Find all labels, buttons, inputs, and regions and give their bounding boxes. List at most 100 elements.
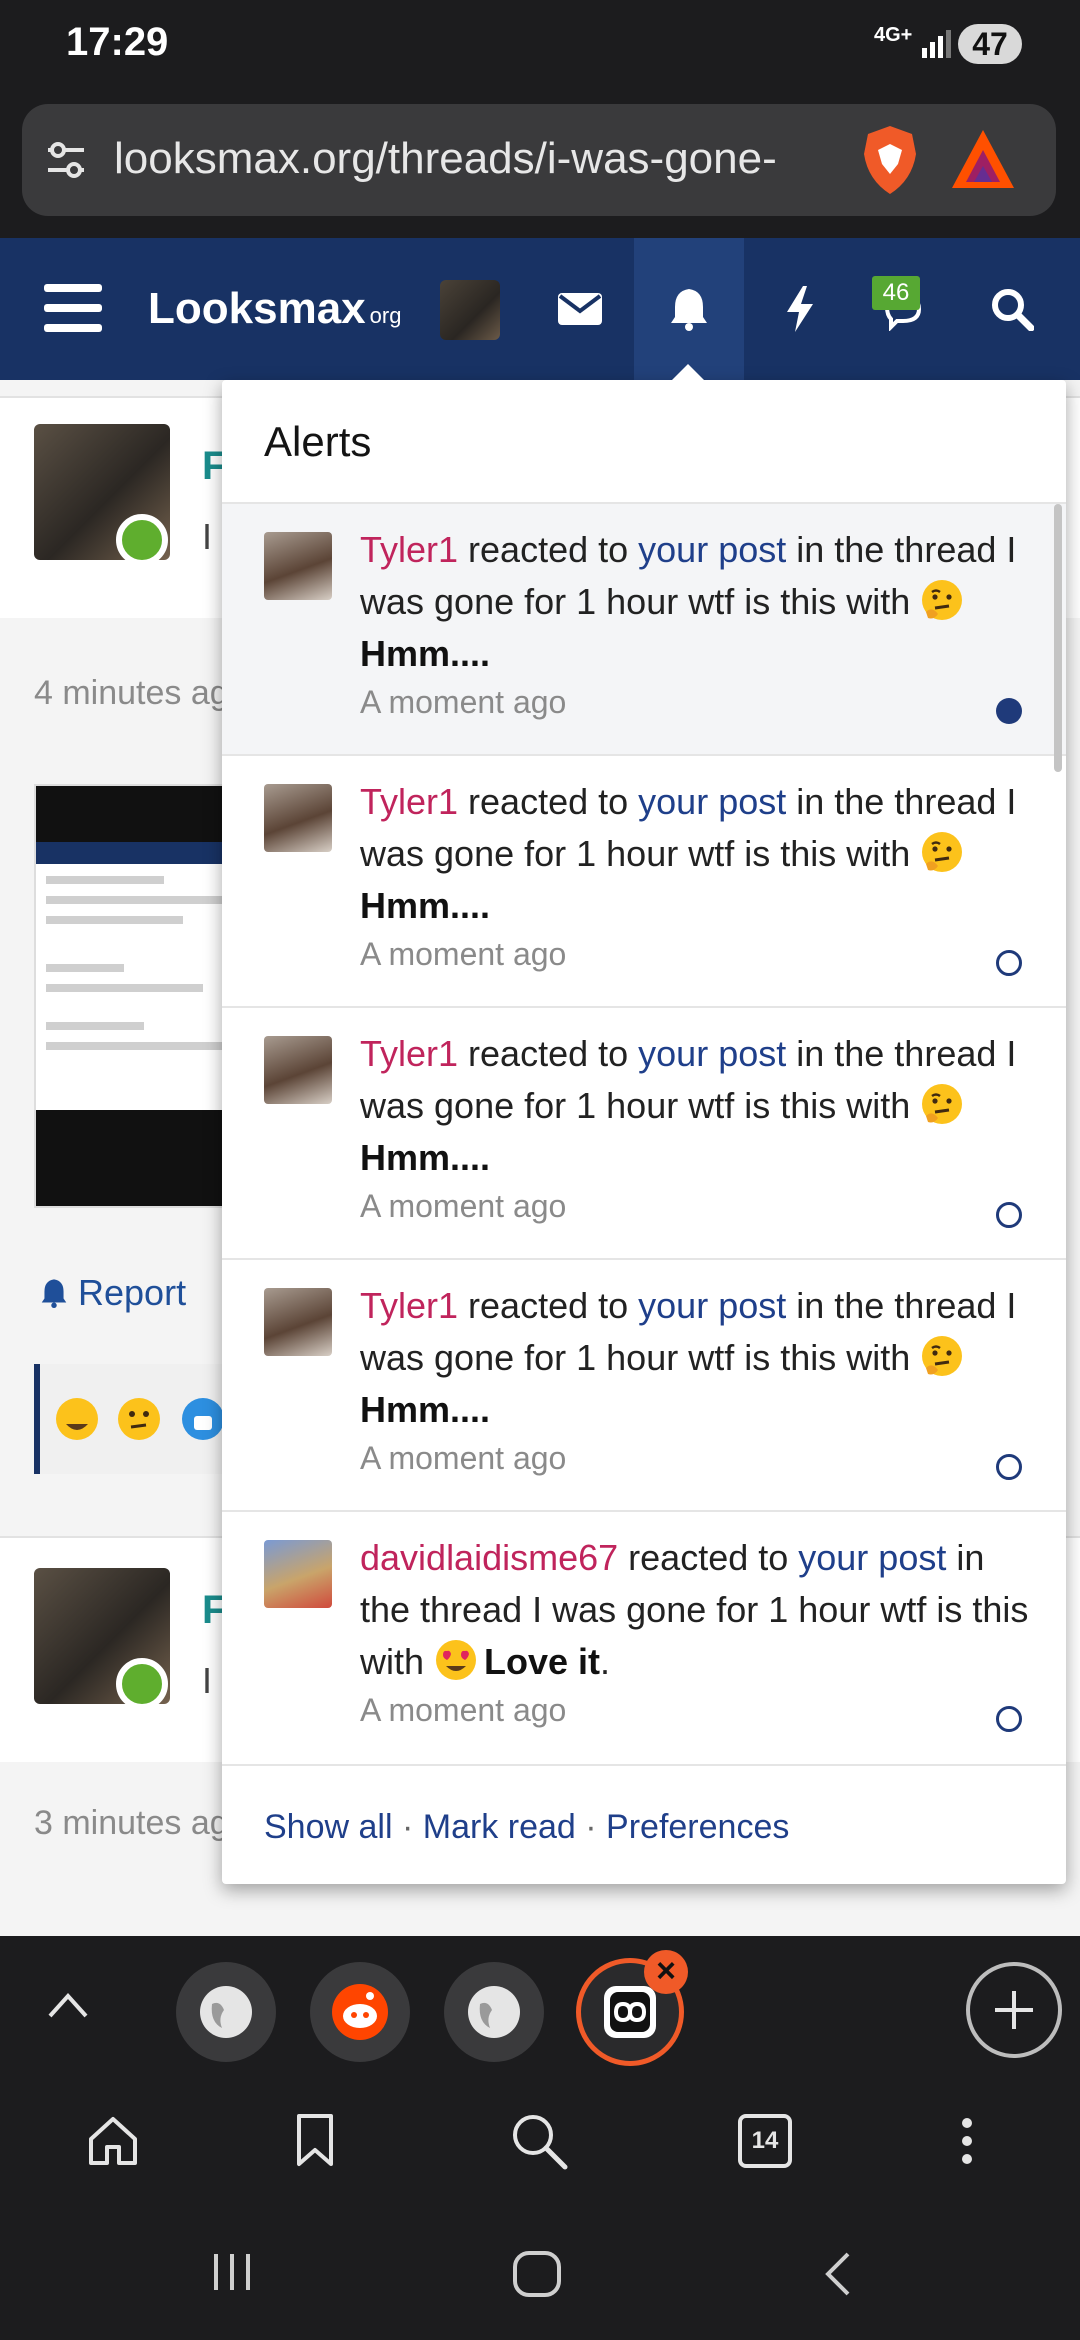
alert-text-suffix: . [600, 1641, 611, 1682]
mark-read-toggle[interactable] [996, 950, 1022, 976]
tabs-button[interactable]: 14 [730, 2106, 800, 2176]
new-tab-button[interactable] [966, 1962, 1062, 2058]
status-bar: 17:29 4G+ 47 [0, 0, 1080, 90]
logo-text: Looksmax [148, 284, 366, 333]
home-nav-icon[interactable] [512, 2250, 562, 2298]
network-type: 4G+ [874, 24, 913, 46]
more-vertical-icon [962, 2118, 972, 2164]
alert-text-part: reacted to [458, 529, 639, 570]
lightning-icon [787, 286, 813, 332]
alert-time: A moment ago [360, 1692, 567, 1728]
alert-post-link[interactable]: your post [638, 1285, 786, 1326]
tab-thumbnail[interactable] [444, 1962, 544, 2062]
home-button[interactable] [78, 2106, 148, 2176]
site-settings-icon[interactable] [44, 138, 88, 182]
crying-laughing-emoji-icon [56, 1398, 98, 1440]
alert-post-link[interactable]: your post [638, 1033, 786, 1074]
chevron-up-icon[interactable] [46, 1990, 90, 2020]
thinking-face-icon [922, 1084, 963, 1124]
reactions-summary[interactable] [34, 1364, 254, 1474]
clock: 17:29 [66, 20, 169, 64]
recent-apps-icon[interactable] [210, 2250, 254, 2294]
tab-thumbnail[interactable] [310, 1962, 410, 2062]
alert-username[interactable]: Tyler1 [360, 781, 458, 822]
alerts-scrollbar[interactable] [1054, 504, 1062, 772]
report-label: Report [78, 1272, 187, 1313]
user-avatar[interactable] [440, 280, 500, 340]
tab-count: 14 [738, 2114, 792, 2168]
bookmarks-button[interactable] [280, 2106, 350, 2176]
alert-reaction-name: Hmm.... [360, 1137, 491, 1178]
alert-item[interactable]: Tyler1 reacted to your post in the threa… [222, 756, 1066, 1008]
alert-time: A moment ago [360, 1188, 567, 1224]
alert-user-avatar[interactable] [264, 1540, 332, 1608]
alert-text: Tyler1 reacted to your post in the threa… [360, 776, 1040, 932]
search-icon [513, 2115, 568, 2170]
battery-level: 47 [958, 24, 1022, 64]
separator: · [401, 1808, 414, 1846]
alert-username[interactable]: davidlaidisme67 [360, 1537, 618, 1578]
mark-read-link[interactable]: Mark read [423, 1808, 576, 1846]
thinking-face-icon [922, 1336, 963, 1376]
mark-read-toggle[interactable] [996, 698, 1022, 724]
alerts-list[interactable]: Tyler1 reacted to your post in the threa… [222, 504, 1066, 1762]
alert-post-link[interactable]: your post [638, 781, 786, 822]
alert-item[interactable]: Tyler1 reacted to your post in the threa… [222, 504, 1066, 756]
url-text[interactable]: looksmax.org/threads/i-was-gone- [114, 134, 834, 184]
thinking-face-icon [118, 1398, 160, 1440]
alert-post-link[interactable]: your post [798, 1537, 946, 1578]
alert-text: Tyler1 reacted to your post in the threa… [360, 1028, 1040, 1184]
mark-read-toggle[interactable] [996, 1454, 1022, 1480]
alert-item[interactable]: Tyler1 reacted to your post in the threa… [222, 1008, 1066, 1260]
alert-item[interactable]: Tyler1 reacted to your post in the threa… [222, 1260, 1066, 1512]
inbox-button[interactable] [530, 238, 630, 380]
alert-user-avatar[interactable] [264, 1036, 332, 1104]
thinking-face-icon [922, 580, 963, 620]
looksmax-favicon-icon [604, 1986, 656, 2038]
show-all-link[interactable]: Show all [264, 1808, 393, 1846]
alert-item[interactable]: davidlaidisme67 reacted to your post in … [222, 1512, 1066, 1762]
back-icon[interactable] [822, 2250, 852, 2298]
brave-rewards-icon[interactable] [950, 128, 1016, 190]
alert-username[interactable]: Tyler1 [360, 1285, 458, 1326]
alert-user-avatar[interactable] [264, 1288, 332, 1356]
alert-post-link[interactable]: your post [638, 529, 786, 570]
post-timestamp[interactable]: 4 minutes ag [34, 674, 229, 713]
bookmark-icon [297, 2114, 333, 2166]
alert-text-part: reacted to [458, 781, 639, 822]
tab-strip: × [0, 1936, 1080, 2076]
mark-read-toggle[interactable] [996, 1706, 1022, 1732]
whats-new-button[interactable] [750, 238, 850, 380]
alert-reaction-name: Hmm.... [360, 1389, 491, 1430]
conversations-count-badge: 46 [872, 276, 920, 310]
bell-icon [41, 1279, 67, 1308]
alert-user-avatar[interactable] [264, 784, 332, 852]
alert-reaction-name: Hmm.... [360, 633, 491, 674]
thinking-face-icon [922, 832, 963, 872]
alert-text-part: reacted to [618, 1537, 799, 1578]
alerts-title: Alerts [264, 418, 372, 465]
report-link[interactable]: Report [40, 1272, 186, 1314]
search-button[interactable] [504, 2106, 574, 2176]
brave-shields-icon[interactable] [860, 124, 920, 196]
heart-eyes-face-icon [436, 1640, 477, 1680]
mark-read-toggle[interactable] [996, 1202, 1022, 1228]
post-attachment-image[interactable] [34, 784, 234, 1208]
tab-thumbnail[interactable] [176, 1962, 276, 2062]
close-tab-icon[interactable]: × [644, 1950, 688, 1994]
alert-user-avatar[interactable] [264, 532, 332, 600]
separator: · [585, 1808, 597, 1846]
menu-icon[interactable] [44, 284, 102, 332]
system-navigation-bar [0, 2206, 1080, 2340]
alert-time: A moment ago [360, 684, 567, 720]
preferences-link[interactable]: Preferences [606, 1808, 789, 1846]
site-logo[interactable]: Looksmax org [148, 284, 401, 334]
search-button[interactable] [962, 238, 1062, 380]
thumbs-up-icon [182, 1398, 224, 1440]
alerts-button[interactable] [634, 238, 744, 380]
more-menu-button[interactable] [932, 2106, 1002, 2176]
address-bar[interactable]: looksmax.org/threads/i-was-gone- [22, 104, 1056, 216]
alert-username[interactable]: Tyler1 [360, 529, 458, 570]
post-timestamp[interactable]: 3 minutes ag [34, 1804, 229, 1843]
alert-username[interactable]: Tyler1 [360, 1033, 458, 1074]
